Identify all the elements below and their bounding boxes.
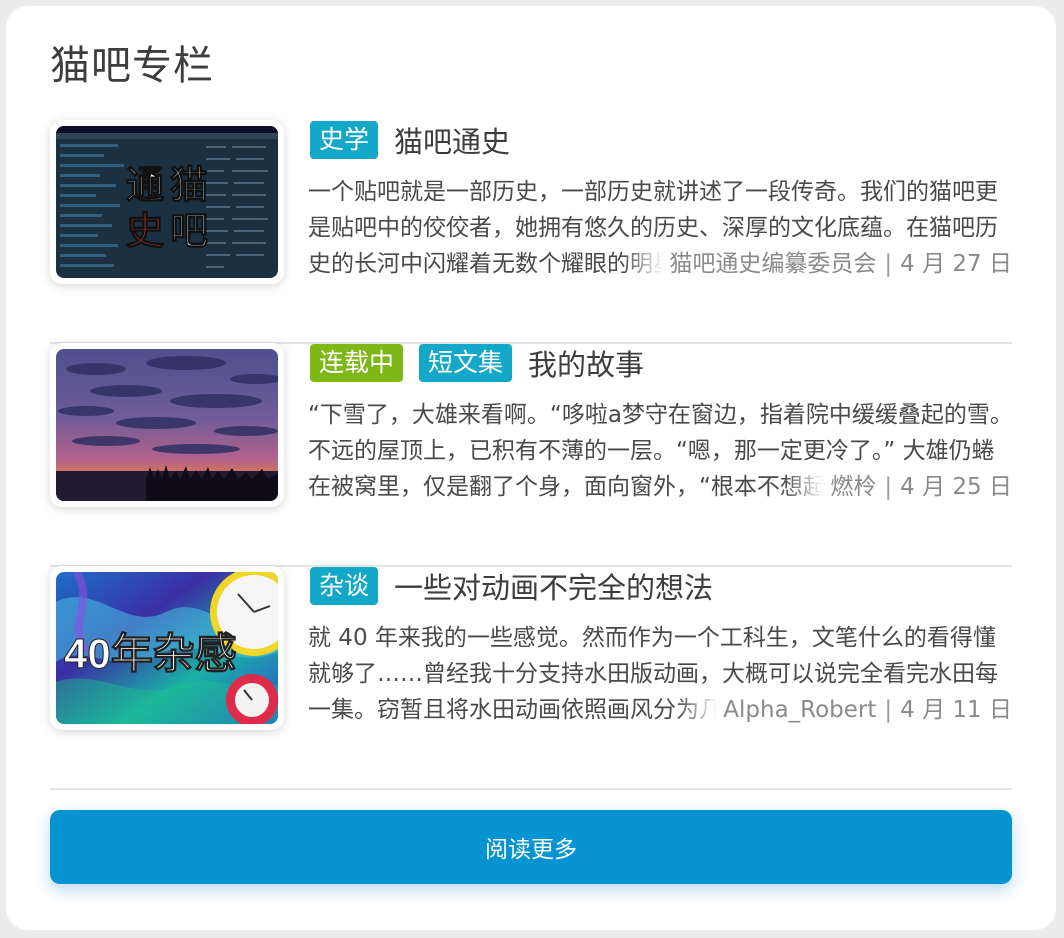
article-meta: 燃柃 | 4 月 25 日 <box>784 469 1012 505</box>
cover-char: 史 <box>126 208 164 253</box>
article-title[interactable]: 我的故事 <box>528 342 644 384</box>
article-author[interactable]: Alpha_Robert <box>723 697 876 723</box>
history-cover-image: 通 猫 史 吧 <box>56 126 278 278</box>
divider <box>50 788 1012 790</box>
tag-badge[interactable]: 史学 <box>310 121 379 159</box>
article-title[interactable]: 猫吧通史 <box>394 119 510 161</box>
article-title-row: 史学 猫吧通史 <box>310 120 510 160</box>
article-date: 4 月 25 日 <box>900 474 1012 500</box>
column-card: 猫吧专栏 通 猫 史 吧 史学 猫吧通史 一个贴吧就是一部历史，一部历史就讲述了… <box>6 6 1056 930</box>
tag-badge[interactable]: 杂谈 <box>310 567 379 605</box>
article-title-row: 杂谈 一些对动画不完全的想法 <box>310 566 713 606</box>
article-title[interactable]: 一些对动画不完全的想法 <box>394 565 713 607</box>
meta-separator: | <box>884 251 893 277</box>
meta-separator: | <box>884 474 893 500</box>
section-title: 猫吧专栏 <box>50 43 214 89</box>
article-author[interactable]: 猫吧通史编纂委员会 <box>669 251 876 277</box>
article-item: 40年杂感 杂谈 一些对动画不完全的想法 就 40 年来我的一些感觉。然而作为一… <box>50 566 1012 790</box>
tag-badge[interactable]: 连载中 <box>310 344 404 382</box>
article-thumbnail[interactable]: 40年杂感 <box>50 566 284 730</box>
article-author[interactable]: 燃柃 <box>830 474 876 500</box>
sunset-sky-image <box>56 349 278 501</box>
article-thumbnail[interactable]: 通 猫 史 吧 <box>50 120 284 284</box>
meta-separator: | <box>884 697 893 723</box>
article-date: 4 月 27 日 <box>900 251 1012 277</box>
cover-char: 吧 <box>170 208 208 253</box>
article-date: 4 月 11 日 <box>900 697 1012 723</box>
article-item: 连载中 短文集 我的故事 “下雪了，大雄来看啊。“哆啦a梦守在窗边，指着院中缓缓… <box>50 343 1013 567</box>
article-thumbnail[interactable] <box>50 343 284 507</box>
article-meta: Alpha_Robert | 4 月 11 日 <box>677 692 1012 728</box>
article-title-row: 连载中 短文集 我的故事 <box>310 343 644 383</box>
article-meta: 猫吧通史编纂委员会 | 4 月 27 日 <box>623 246 1012 282</box>
tag-badge[interactable]: 短文集 <box>419 344 513 382</box>
article-item: 通 猫 史 吧 史学 猫吧通史 一个贴吧就是一部历史，一部历史就讲述了一段传奇。… <box>50 120 1012 344</box>
cover-char: 猫 <box>170 162 208 207</box>
read-more-button[interactable]: 阅读更多 <box>50 810 1012 884</box>
cover-caption: 40年杂感 <box>64 630 237 677</box>
cover-char: 通 <box>126 162 164 207</box>
clock-collage-image: 40年杂感 <box>56 572 278 724</box>
